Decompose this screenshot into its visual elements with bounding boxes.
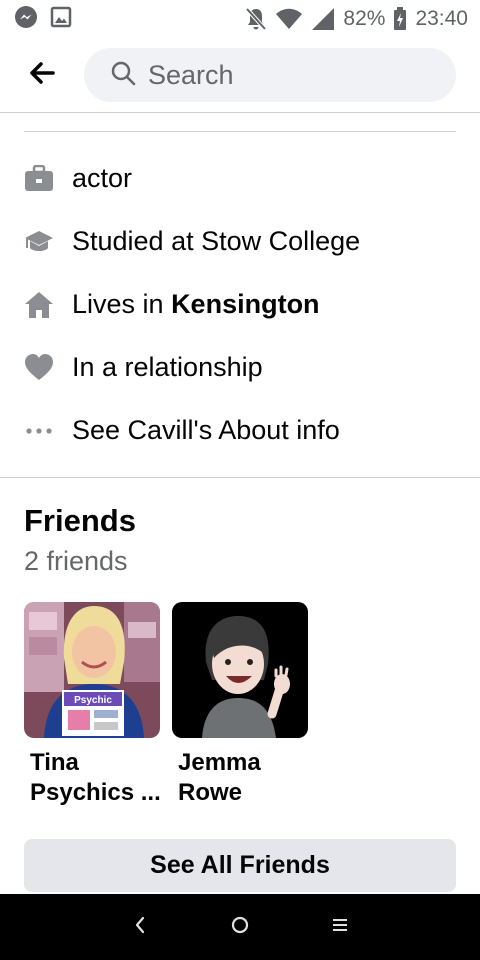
friend-card[interactable]: Psychic Tina Psychics ... [24, 602, 160, 808]
see-all-friends-button[interactable]: See All Friends [24, 839, 456, 892]
nav-back-button[interactable] [110, 897, 170, 957]
battery-level: 82% [343, 7, 386, 30]
intro-item-education: Studied at Stow College [0, 210, 480, 273]
nav-recents-button[interactable] [310, 897, 370, 957]
search-bar[interactable] [84, 48, 456, 102]
section-divider [0, 477, 480, 478]
work-text: actor [72, 163, 133, 193]
search-input[interactable] [148, 59, 428, 91]
location-prefix: Lives in [72, 289, 172, 319]
image-icon [50, 6, 72, 33]
search-icon [110, 60, 136, 91]
nav-back-icon [134, 916, 146, 939]
nav-home-button[interactable] [210, 897, 270, 957]
signal-icon [311, 7, 335, 31]
graduation-cap-icon [24, 227, 54, 257]
intro-item-about-link[interactable]: See Cavill's About info [0, 399, 480, 462]
friend-photo-tina[interactable]: Psychic [24, 602, 160, 738]
magazine-title: Psychic [74, 695, 112, 706]
friend-name-line1: Jemma [178, 749, 261, 776]
divider [24, 131, 456, 132]
status-indicators: 82% 23:40 [245, 7, 468, 31]
messenger-icon [14, 5, 38, 34]
status-bar: 82% 23:40 [0, 0, 480, 38]
about-info-link[interactable]: See Cavill's About info [72, 415, 340, 446]
intro-item-location: Lives in Kensington [0, 273, 480, 336]
friend-avatar-jemma[interactable] [172, 602, 308, 738]
friend-card[interactable]: Jemma Rowe [172, 602, 308, 808]
location-text: Lives in Kensington [72, 289, 320, 320]
top-bar [0, 38, 480, 113]
friend-name-line2: Psychics ... [30, 779, 160, 806]
location-city[interactable]: Kensington [171, 289, 320, 319]
nav-home-icon [230, 915, 250, 940]
system-nav-bar [0, 894, 480, 960]
back-arrow-icon [29, 61, 55, 89]
intro-item-relationship: In a relationship [0, 336, 480, 399]
wifi-icon [275, 8, 303, 30]
battery-charging-icon [393, 7, 407, 31]
friend-name-line2: Rowe [178, 779, 243, 806]
friends-heading: Friends [24, 503, 136, 538]
briefcase-icon [24, 164, 54, 194]
nav-recents-icon [331, 917, 349, 938]
mute-icon [245, 7, 267, 31]
friend-name[interactable]: Jemma Rowe [172, 748, 308, 808]
friends-count: 2 friends [24, 546, 128, 576]
intro-item-work: actor [0, 147, 480, 210]
education-text: Studied at Stow College [72, 226, 361, 256]
friend-name[interactable]: Tina Psychics ... [24, 748, 160, 808]
status-notifications [14, 5, 72, 34]
heart-icon [24, 353, 54, 383]
relationship-text: In a relationship [72, 352, 263, 382]
intro-section: actor Studied at Stow College Lives in K… [0, 147, 480, 462]
back-button[interactable] [0, 38, 84, 113]
friend-name-line1: Tina [30, 749, 79, 776]
home-icon [24, 290, 54, 320]
clock: 23:40 [415, 7, 468, 30]
more-dots-icon [24, 416, 54, 446]
